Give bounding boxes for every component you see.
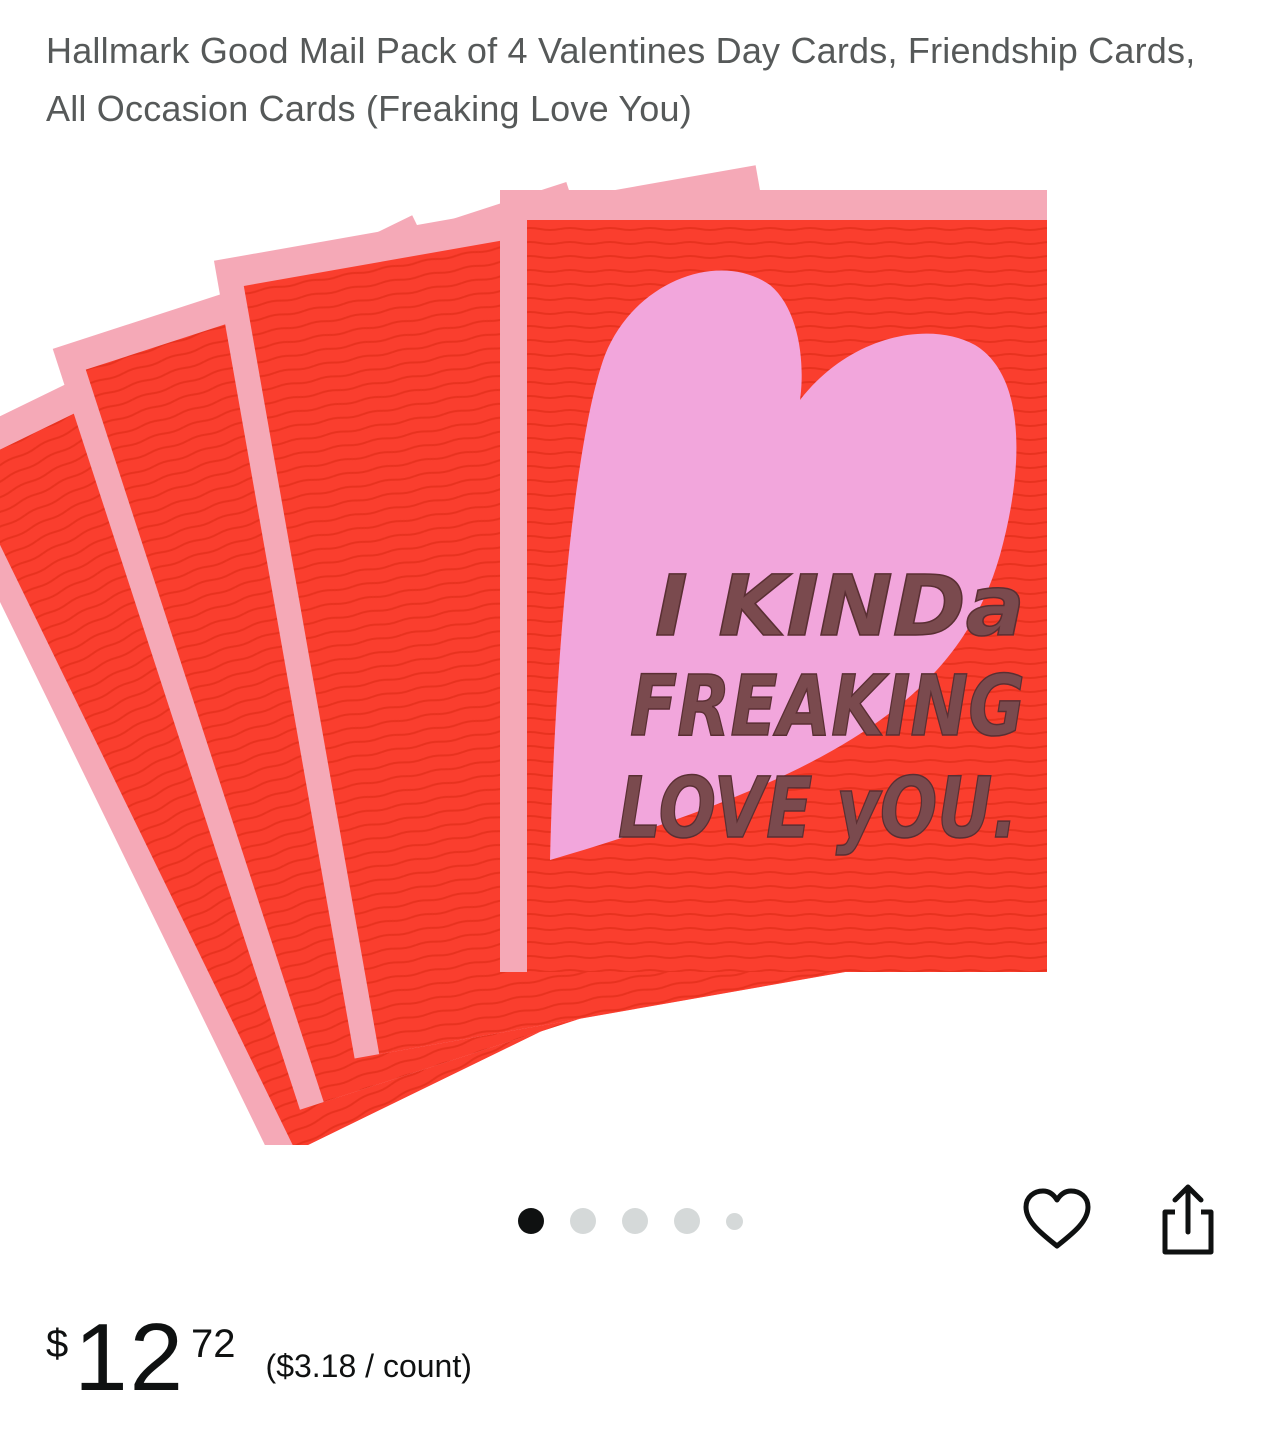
carousel-dot-3[interactable]	[622, 1208, 648, 1234]
share-icon	[1162, 1184, 1214, 1255]
product-page: Hallmark Good Mail Pack of 4 Valentines …	[0, 0, 1272, 1440]
price-block: $ 12 72 ($3.18 / count)	[46, 1310, 472, 1430]
carousel-dot-1[interactable]	[518, 1208, 544, 1234]
price-fraction: 72	[191, 1322, 236, 1366]
share-button[interactable]	[1155, 1182, 1221, 1258]
card-text-line-3: LOVE yOU.	[618, 759, 1018, 857]
carousel-dot-2[interactable]	[570, 1208, 596, 1234]
card-text-line-2: FREAKING	[630, 657, 1025, 755]
wishlist-button[interactable]	[1022, 1188, 1092, 1252]
price-whole: 12	[74, 1304, 186, 1411]
greeting-cards-image: I KINDa FREAKING LOVE yOU.	[0, 165, 1047, 1145]
unit-price: ($3.18 / count)	[265, 1348, 472, 1384]
heart-outline-icon	[1023, 1188, 1091, 1249]
front-card: I KINDa FREAKING LOVE yOU.	[500, 190, 1047, 972]
product-title: Hallmark Good Mail Pack of 4 Valentines …	[46, 30, 1196, 129]
product-image[interactable]: I KINDa FREAKING LOVE yOU.	[0, 135, 1272, 1145]
image-carousel-indicator[interactable]	[518, 1205, 769, 1237]
card-text-line-1: I KINDa	[655, 557, 1025, 655]
carousel-dot-5[interactable]	[726, 1212, 743, 1230]
carousel-dot-4[interactable]	[674, 1208, 700, 1234]
price-currency-symbol: $	[46, 1322, 69, 1366]
